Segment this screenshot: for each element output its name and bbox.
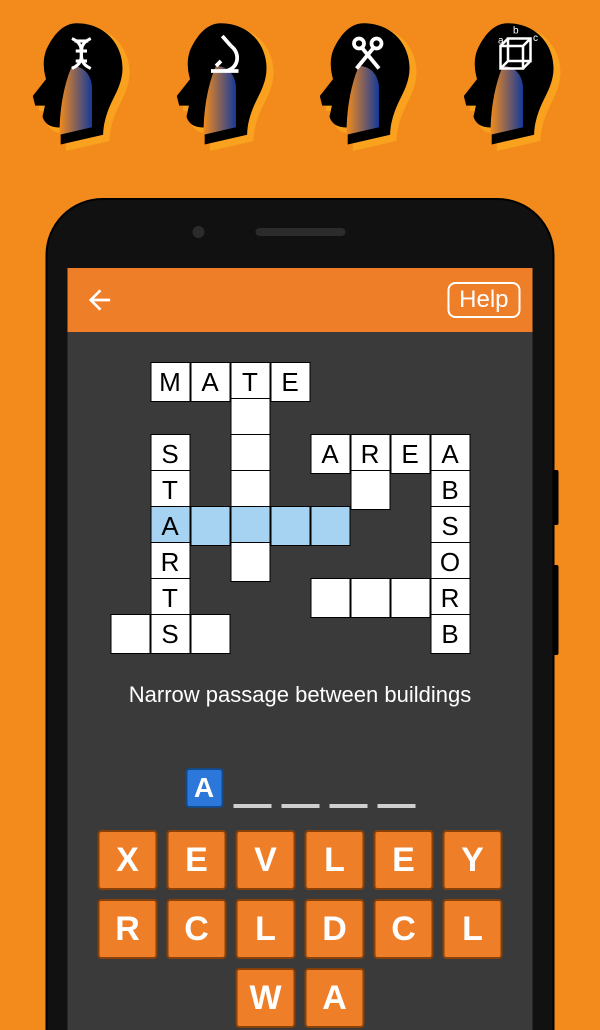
grid-cell[interactable] <box>230 542 270 582</box>
grid-cell[interactable] <box>110 614 150 654</box>
answer-slots: A <box>68 768 533 808</box>
grid-cell[interactable]: T <box>230 362 270 402</box>
grid-cell[interactable]: T <box>150 578 190 618</box>
grid-cell[interactable]: E <box>270 362 310 402</box>
letter-key[interactable]: E <box>167 830 227 890</box>
letter-key[interactable]: C <box>374 899 434 959</box>
letter-key[interactable]: L <box>443 899 503 959</box>
letter-key[interactable]: C <box>167 899 227 959</box>
help-button-label: Help <box>459 286 508 313</box>
letter-key[interactable]: L <box>305 830 365 890</box>
svg-text:b: b <box>513 26 519 37</box>
letter-key[interactable]: W <box>236 968 296 1028</box>
letter-key[interactable]: R <box>98 899 158 959</box>
letter-key[interactable]: A <box>305 968 365 1028</box>
letter-key[interactable]: D <box>305 899 365 959</box>
grid-cell[interactable]: M <box>150 362 190 402</box>
grid-cell[interactable] <box>390 578 430 618</box>
head-icon-microscope <box>166 16 291 166</box>
help-button[interactable]: Help <box>447 282 520 318</box>
grid-cell[interactable] <box>310 506 350 546</box>
grid-cell[interactable]: R <box>350 434 390 474</box>
grid-cell[interactable]: A <box>150 506 190 546</box>
grid-cell[interactable] <box>350 578 390 618</box>
back-arrow-icon <box>84 284 116 316</box>
letter-keyboard: XEVLEYRCLDCLWA <box>68 830 533 1028</box>
grid-cell[interactable]: R <box>430 578 470 618</box>
grid-cell[interactable]: A <box>190 362 230 402</box>
phone-body: Help MATESAREATBASROTRSB Narrow passage … <box>48 200 553 1030</box>
grid-cell[interactable]: B <box>430 470 470 510</box>
letter-key[interactable]: E <box>374 830 434 890</box>
answer-slot[interactable] <box>329 768 367 808</box>
grid-cell[interactable] <box>190 506 230 546</box>
grid-cell[interactable] <box>230 470 270 510</box>
app-bar: Help <box>68 268 533 332</box>
answer-slot[interactable] <box>233 768 271 808</box>
letter-key[interactable]: Y <box>443 830 503 890</box>
grid-cell[interactable] <box>230 434 270 474</box>
crossword-grid[interactable]: MATESAREATBASROTRSB <box>110 362 490 652</box>
phone-camera <box>193 226 205 238</box>
phone-mockup: Help MATESAREATBASROTRSB Narrow passage … <box>48 200 553 1030</box>
grid-cell[interactable] <box>190 614 230 654</box>
top-icon-row: a b c <box>0 0 600 170</box>
grid-cell[interactable]: B <box>430 614 470 654</box>
answer-slot[interactable] <box>281 768 319 808</box>
answer-slot[interactable] <box>377 768 415 808</box>
svg-text:c: c <box>533 33 538 44</box>
answer-slot[interactable]: A <box>185 768 223 808</box>
svg-text:a: a <box>498 36 504 47</box>
back-button[interactable] <box>80 280 120 320</box>
phone-screen: Help MATESAREATBASROTRSB Narrow passage … <box>68 268 533 1030</box>
grid-cell[interactable]: A <box>310 434 350 474</box>
grid-cell[interactable]: S <box>150 434 190 474</box>
phone-side-button <box>553 565 559 655</box>
grid-cell[interactable]: A <box>430 434 470 474</box>
grid-cell[interactable]: R <box>150 542 190 582</box>
grid-cell[interactable]: O <box>430 542 470 582</box>
grid-cell[interactable]: S <box>430 506 470 546</box>
grid-cell[interactable] <box>350 470 390 510</box>
grid-cell[interactable]: S <box>150 614 190 654</box>
head-icon-dna <box>22 16 147 166</box>
grid-cell[interactable] <box>310 578 350 618</box>
grid-cell[interactable] <box>230 506 270 546</box>
grid-cell[interactable]: E <box>390 434 430 474</box>
grid-cell[interactable]: T <box>150 470 190 510</box>
letter-key[interactable]: L <box>236 899 296 959</box>
head-icon-cube: a b c <box>453 16 578 166</box>
grid-cell[interactable] <box>270 506 310 546</box>
grid-cell[interactable] <box>230 398 270 438</box>
phone-side-button <box>553 470 559 525</box>
letter-key[interactable]: X <box>98 830 158 890</box>
clue-text: Narrow passage between buildings <box>68 682 533 708</box>
letter-key[interactable]: V <box>236 830 296 890</box>
head-icon-scissors <box>309 16 434 166</box>
phone-speaker <box>255 228 345 236</box>
